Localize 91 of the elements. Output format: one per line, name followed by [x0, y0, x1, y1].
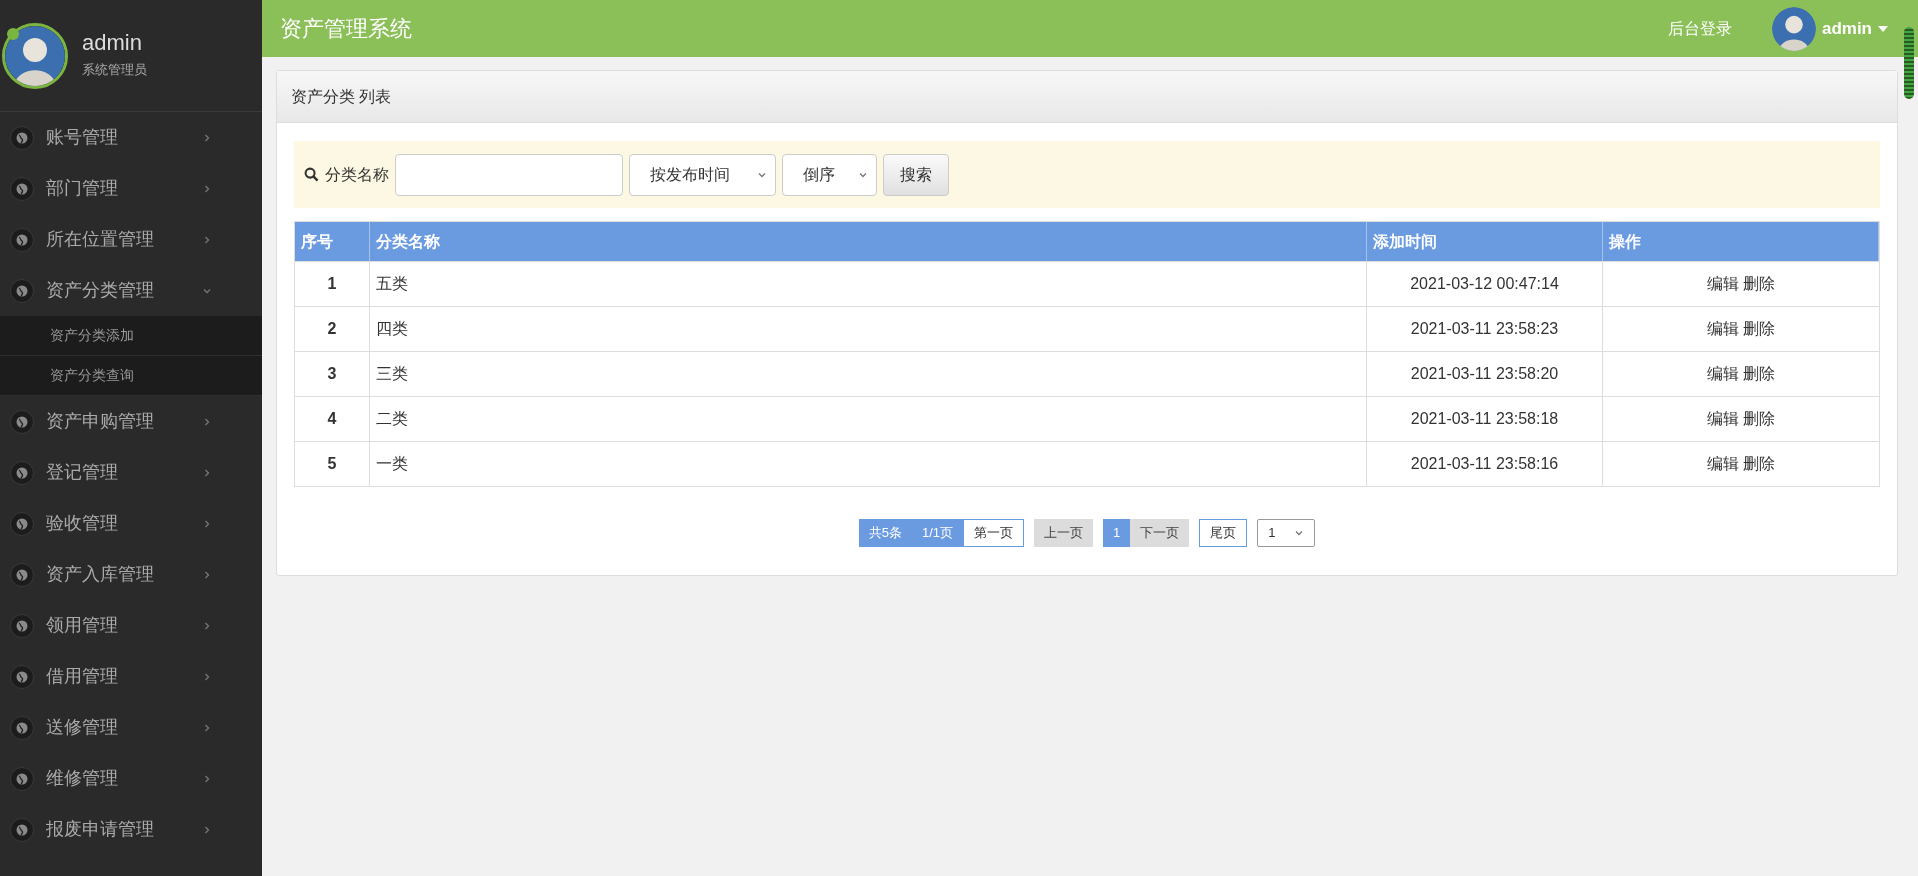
globe-icon — [10, 176, 34, 201]
delete-link[interactable]: 删除 — [1743, 317, 1775, 341]
chevron-right-icon — [202, 416, 212, 427]
globe-icon — [10, 715, 34, 740]
table-cell: 四类 — [370, 307, 1367, 351]
sidebar-item[interactable]: 部门管理 — [0, 163, 262, 214]
sidebar-subitem[interactable]: 资产分类查询 — [0, 356, 262, 396]
pager-info: 共5条 — [858, 519, 912, 547]
pager-link[interactable]: 第一页 — [963, 519, 1025, 547]
user-name: admin — [82, 31, 143, 54]
globe-icon — [10, 613, 34, 638]
table-cell: 三类 — [370, 352, 1367, 396]
column-header: 操作 — [1603, 222, 1879, 261]
search-icon — [304, 167, 319, 182]
table-cell: 2021-03-12 00:47:14 — [1367, 262, 1603, 306]
globe-icon — [10, 817, 34, 842]
table-cell: 五类 — [370, 262, 1367, 306]
chevron-right-icon — [202, 234, 212, 245]
chevron-right-icon — [202, 824, 212, 835]
delete-link[interactable]: 删除 — [1743, 407, 1775, 431]
chevron-right-icon — [202, 773, 212, 784]
delete-link[interactable]: 删除 — [1743, 362, 1775, 386]
search-field[interactable] — [395, 153, 623, 196]
globe-icon — [10, 664, 34, 689]
search-label: 分类名称 — [325, 164, 389, 185]
chevron-right-icon — [202, 671, 212, 682]
scrollbar[interactable] — [1904, 27, 1914, 99]
chevron-right-icon — [202, 569, 212, 580]
chevron-right-icon — [202, 132, 212, 143]
table-cell: 2021-03-11 23:58:18 — [1367, 397, 1603, 441]
sidebar-subitem[interactable]: 资产分类添加 — [0, 316, 262, 356]
table-cell: 3 — [295, 352, 370, 396]
table-cell: 5 — [295, 442, 370, 486]
sidebar-item[interactable]: 账号管理 — [0, 112, 262, 163]
table-cell: 二类 — [370, 397, 1367, 441]
edit-link[interactable]: 编辑 — [1707, 362, 1739, 386]
sidebar-item[interactable]: 资产申购管理 — [0, 396, 262, 447]
sidebar-item[interactable]: 送修管理 — [0, 702, 262, 753]
edit-link[interactable]: 编辑 — [1707, 452, 1739, 476]
sidebar-item[interactable]: 资产入库管理 — [0, 549, 262, 600]
caret-icon — [1878, 25, 1888, 32]
table-cell: 2021-03-11 23:58:20 — [1367, 352, 1603, 396]
pager-link[interactable]: 下一页 — [1130, 519, 1190, 547]
globe-icon — [10, 460, 34, 485]
pager-link[interactable]: 上一页 — [1034, 519, 1094, 547]
sort-order-select[interactable]: 倒序 — [782, 153, 877, 196]
edit-link[interactable]: 编辑 — [1707, 272, 1739, 296]
table-cell: 2021-03-11 23:58:23 — [1367, 307, 1603, 351]
sidebar-item[interactable]: 报废申请管理 — [0, 804, 262, 855]
chevron-right-icon — [202, 518, 212, 529]
globe-icon — [10, 278, 34, 303]
pager-link[interactable]: 尾页 — [1199, 519, 1248, 547]
table-cell: 2 — [295, 307, 370, 351]
globe-icon — [10, 227, 34, 252]
sidebar-item[interactable]: 资产分类管理 — [0, 265, 262, 316]
app-title: 资产管理系统 — [280, 15, 413, 43]
chevron-down-icon — [1294, 528, 1305, 538]
delete-link[interactable]: 删除 — [1743, 272, 1775, 296]
sidebar-item[interactable]: 借用管理 — [0, 651, 262, 702]
sidebar-item[interactable]: 领用管理 — [0, 600, 262, 651]
globe-icon — [10, 766, 34, 791]
table-cell: 一类 — [370, 442, 1367, 486]
chevron-right-icon — [202, 722, 212, 733]
edit-link[interactable]: 编辑 — [1707, 407, 1739, 431]
chevron-right-icon — [202, 183, 212, 194]
pager-info: 1/1页 — [911, 519, 964, 547]
sidebar-item[interactable]: 验收管理 — [0, 498, 262, 549]
avatar — [5, 25, 65, 86]
user-avatar — [1771, 6, 1816, 51]
sidebar-item[interactable]: 登记管理 — [0, 447, 262, 498]
panel-title: 资产分类 列表 — [291, 86, 392, 107]
table-cell: 1 — [295, 262, 370, 306]
column-header: 分类名称 — [370, 222, 1367, 261]
sidebar-item[interactable]: 维修管理 — [0, 753, 262, 804]
user-role: 系统管理员 — [82, 60, 147, 79]
sidebar-item[interactable]: 所在位置管理 — [0, 214, 262, 265]
globe-icon — [10, 409, 34, 434]
table-cell: 4 — [295, 397, 370, 441]
sort-field-select[interactable]: 按发布时间 — [629, 153, 776, 196]
column-header: 添加时间 — [1367, 222, 1603, 261]
delete-link[interactable]: 删除 — [1743, 452, 1775, 476]
chevron-right-icon — [202, 620, 212, 631]
globe-icon — [10, 511, 34, 536]
table-cell: 2021-03-11 23:58:16 — [1367, 442, 1603, 486]
globe-icon — [10, 125, 34, 150]
chevron-right-icon — [202, 467, 212, 478]
globe-icon — [10, 562, 34, 587]
column-header: 序号 — [295, 222, 370, 261]
page-select[interactable]: 1 — [1257, 519, 1316, 547]
search-button[interactable]: 搜索 — [883, 153, 949, 196]
edit-link[interactable]: 编辑 — [1707, 317, 1739, 341]
